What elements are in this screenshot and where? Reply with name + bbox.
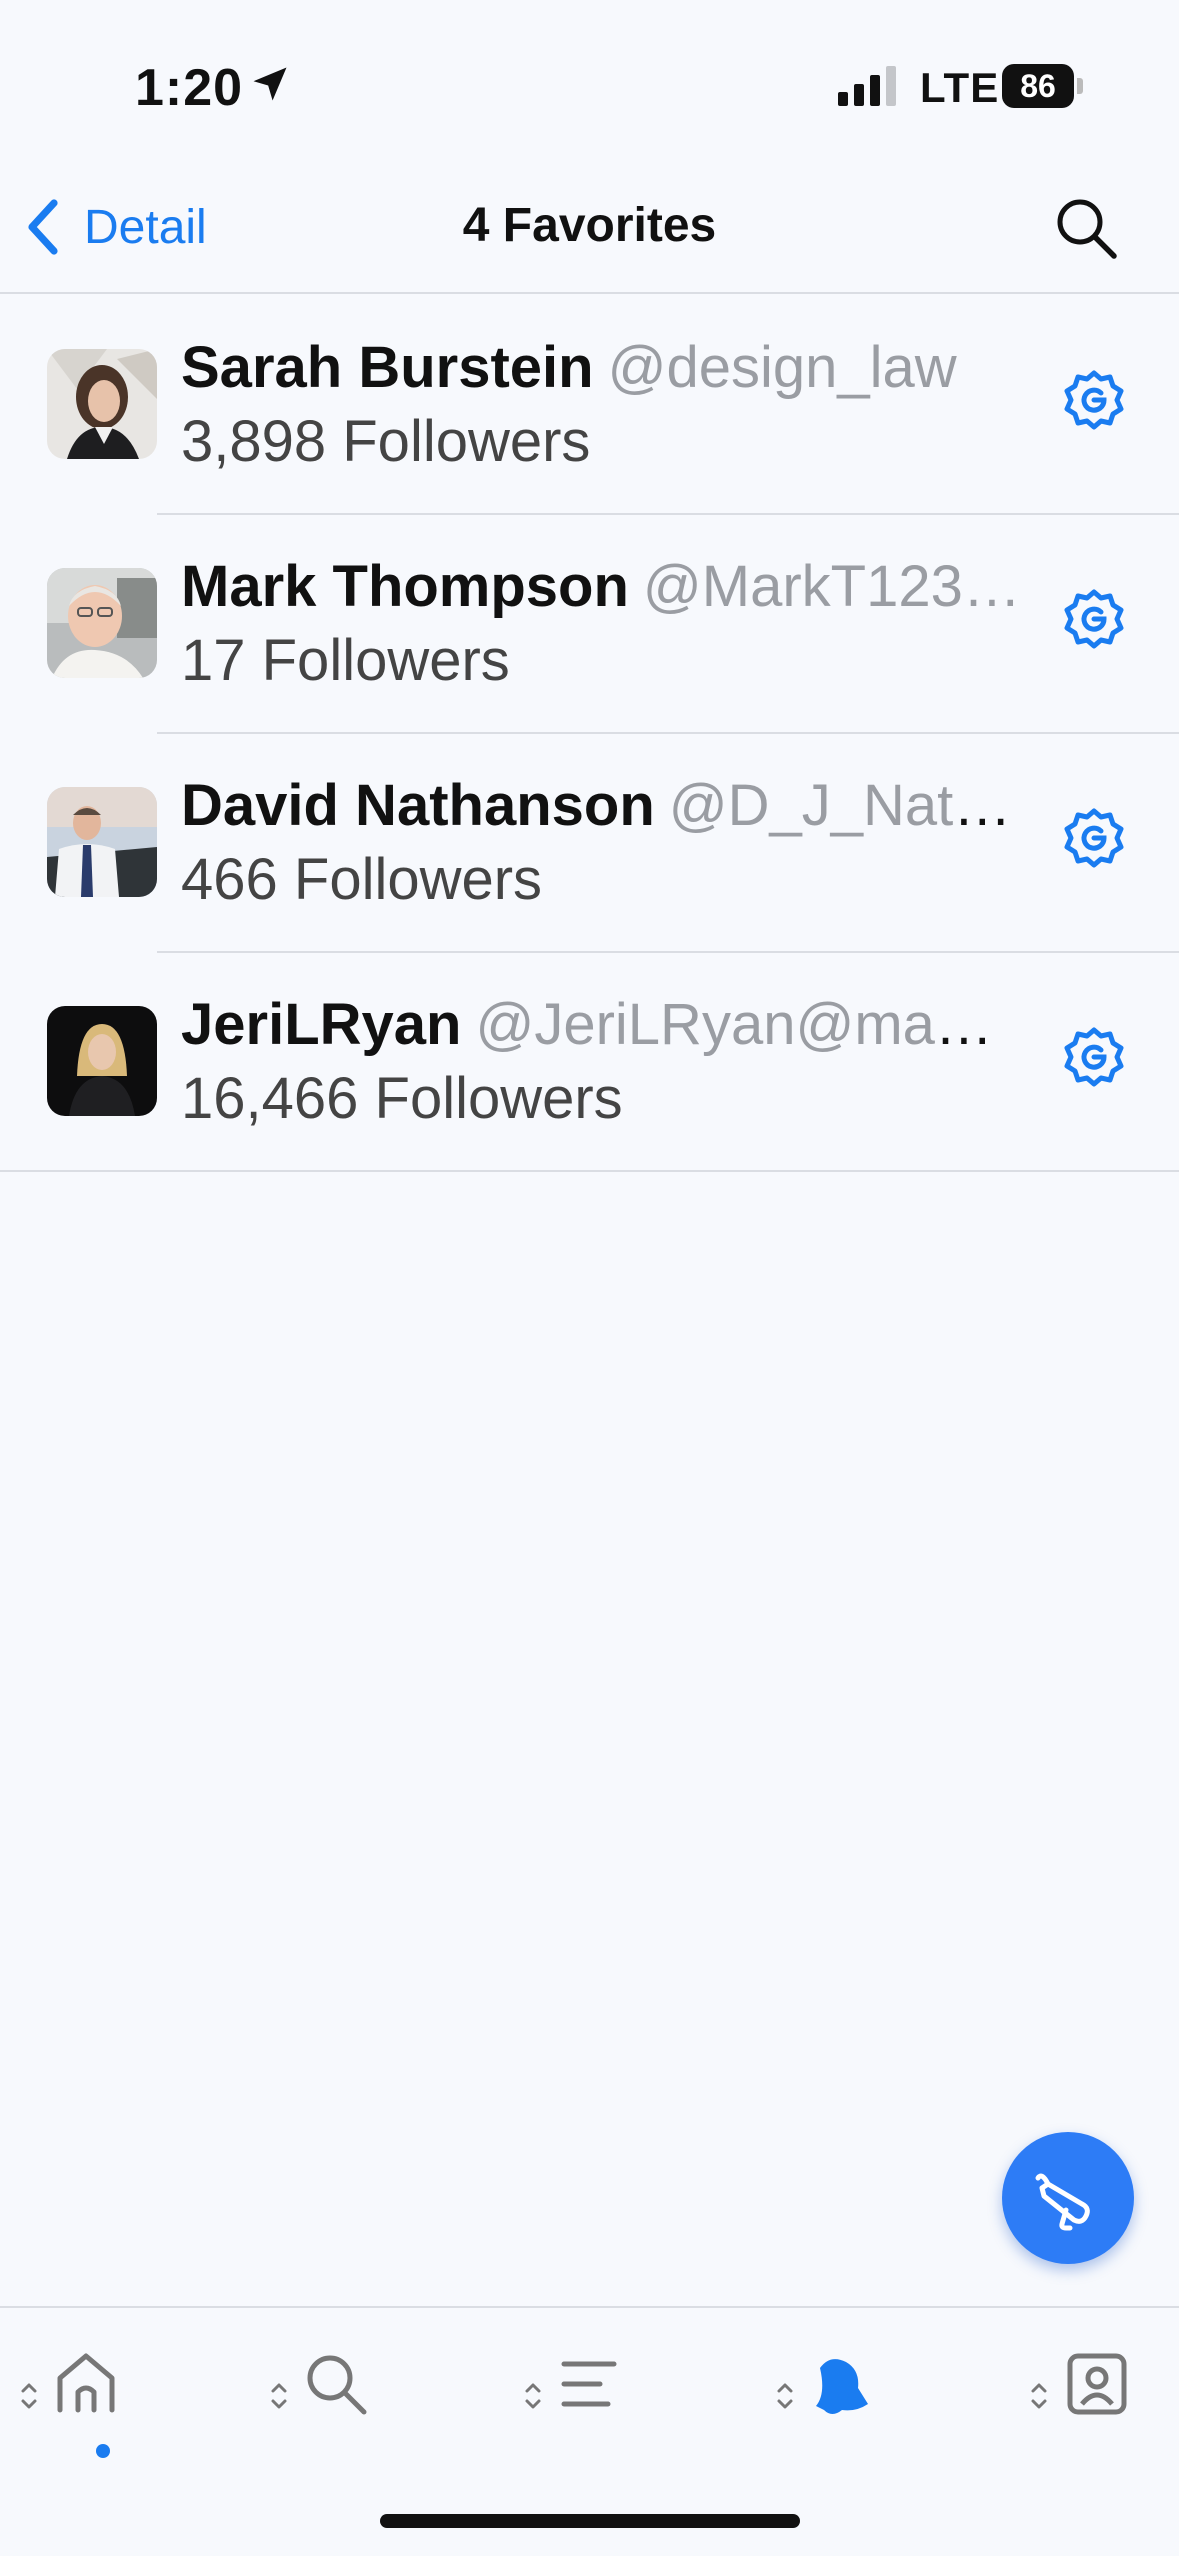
favorites-list: Sarah Burstein @design_law 3,898 Follower… [0,296,1179,1172]
follower-count: 3,898 Followers [181,409,591,474]
avatar[interactable] [47,787,157,897]
avatar[interactable] [47,1006,157,1116]
network-type: LTE [920,64,1000,111]
tab-profile[interactable] [1028,2348,1178,2448]
list-item[interactable]: David Nathanson @D_J_Nath… 466 Followers [0,734,1179,953]
list-item[interactable]: Mark Thompson @MarkT123… 17 Followers [0,515,1179,734]
navigation-bar: Detail 4 Favorites [0,160,1179,294]
display-name: JeriLRyan [181,992,462,1057]
gear-icon[interactable] [1063,807,1125,869]
list-item[interactable]: JeriLRyan @JeriLRyan@masto… 16,466 Follow… [0,953,1179,1172]
gear-icon[interactable] [1063,588,1125,650]
megaphone-icon [1035,2173,1090,2231]
sort-chevrons-icon [777,2383,793,2409]
tab-lists[interactable] [522,2348,672,2448]
tab-search[interactable] [268,2348,418,2448]
account-name-line: Mark Thompson @MarkT123… [181,553,1021,620]
divider [0,1170,1179,1172]
page-title: 4 Favorites [462,199,717,252]
search-icon[interactable] [1052,194,1122,264]
tab-home[interactable] [18,2348,168,2458]
display-name: Mark Thompson [181,554,629,619]
sort-chevrons-icon [1031,2383,1047,2409]
sort-chevrons-icon [271,2383,287,2409]
account-name-line: Sarah Burstein @design_law [181,334,1021,401]
sort-chevrons-icon [525,2383,541,2409]
search-icon [307,2355,367,2415]
display-name: Sarah Burstein [181,335,594,400]
home-indicator [380,2514,800,2528]
list-item[interactable]: Sarah Burstein @design_law 3,898 Follower… [0,296,1179,515]
account-handle: @JeriLRyan@masto… [475,992,1021,1057]
active-indicator [96,2444,110,2458]
gear-icon[interactable] [1063,1026,1125,1088]
home-icon [57,2353,115,2413]
tab-notifications[interactable] [774,2348,924,2448]
cellular-signal-icon [838,66,896,106]
gear-icon[interactable] [1063,369,1125,431]
follower-count: 16,466 Followers [181,1066,623,1131]
compose-button[interactable] [1002,2132,1134,2264]
account-handle: @design_law [607,335,957,400]
account-handle: @MarkT123… [642,554,1021,619]
battery-level: 86 [1020,68,1056,104]
display-name: David Nathanson [181,773,655,838]
avatar[interactable] [47,568,157,678]
follower-count: 17 Followers [181,628,510,693]
account-name-line: JeriLRyan @JeriLRyan@masto… [181,991,1021,1058]
location-arrow-icon [253,67,287,101]
notifications-bell-icon [816,2359,868,2414]
profile-icon [1067,2353,1127,2415]
follower-count: 466 Followers [181,847,543,912]
lists-icon [561,2361,617,2407]
account-handle: @D_J_Nath… [668,773,1021,838]
avatar[interactable] [47,349,157,459]
status-time: 1:20 [135,59,244,117]
status-bar: 1:20 LTE 86 [0,0,1179,160]
battery-icon: 86 [1002,64,1083,108]
sort-chevrons-icon [21,2383,37,2409]
account-name-line: David Nathanson @D_J_Nath… [181,772,1021,839]
